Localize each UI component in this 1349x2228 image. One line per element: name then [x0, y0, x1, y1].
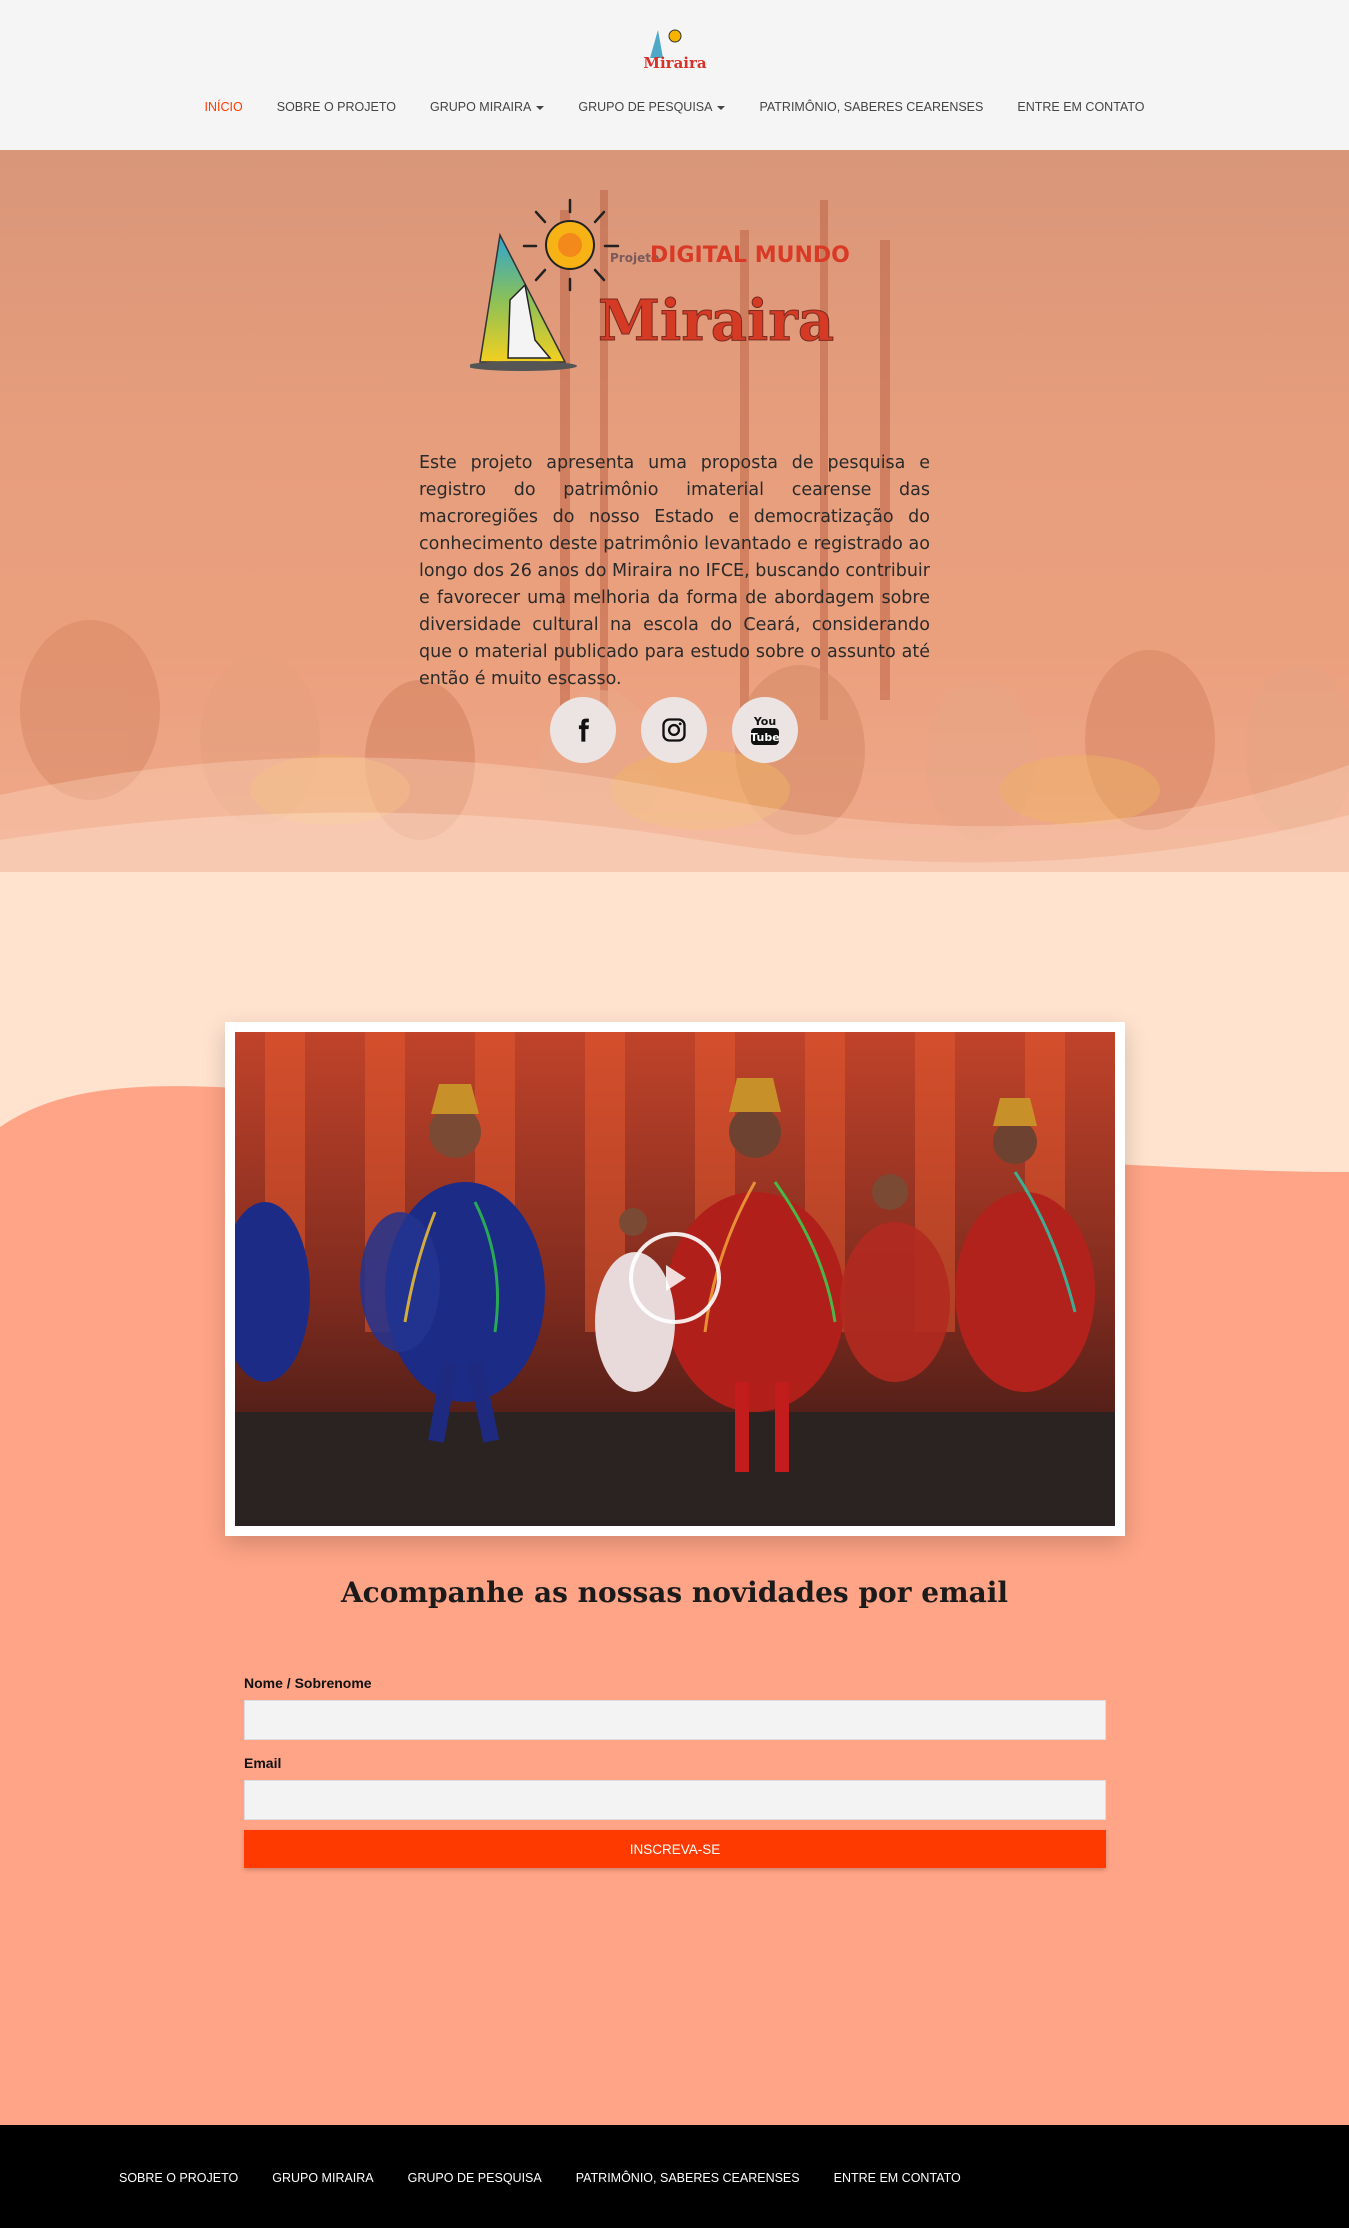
nav-grupo-de-pesquisa[interactable]: GRUPO DE PESQUISA	[561, 100, 742, 114]
footer-nav: SOBRE O PROJETO GRUPO MIRAIRA GRUPO DE P…	[102, 2171, 978, 2185]
email-field[interactable]	[244, 1780, 1106, 1820]
svg-text:You: You	[753, 715, 776, 728]
main-nav: INÍCIO SOBRE O PROJETO GRUPO MIRAIRA GRU…	[0, 100, 1349, 114]
hero-description: Este projeto apresenta uma proposta de p…	[419, 453, 930, 689]
youtube-icon: You Tube	[750, 715, 780, 745]
project-logo: Projeto DIGITAL MUNDO Miraira	[470, 198, 850, 371]
site-header: Miraira INÍCIO SOBRE O PROJETO GRUPO MIR…	[0, 0, 1349, 150]
footer-link-entre-em-contato[interactable]: ENTRE EM CONTATO	[817, 2171, 978, 2185]
newsletter-title: Acompanhe as nossas novidades por email	[340, 1576, 1009, 1609]
nav-entre-em-contato[interactable]: ENTRE EM CONTATO	[1000, 100, 1161, 114]
facebook-icon	[578, 718, 589, 742]
site-footer: SOBRE O PROJETO GRUPO MIRAIRA GRUPO DE P…	[0, 2125, 1349, 2228]
svg-text:Tube: Tube	[750, 731, 779, 744]
nav-grupo-miraira[interactable]: GRUPO MIRAIRA	[413, 100, 561, 114]
site-logo[interactable]: Miraira	[636, 24, 714, 74]
facebook-link[interactable]	[550, 697, 616, 763]
chevron-down-icon	[717, 105, 726, 110]
instagram-icon	[662, 718, 686, 742]
footer-link-grupo-miraira[interactable]: GRUPO MIRAIRA	[255, 2171, 390, 2185]
social-links: You Tube	[550, 697, 798, 763]
footer-link-grupo-de-pesquisa[interactable]: GRUPO DE PESQUISA	[391, 2171, 559, 2185]
play-button[interactable]	[629, 1232, 721, 1324]
svg-text:DIGITAL MUNDO: DIGITAL MUNDO	[650, 243, 850, 268]
footer-link-patrimonio[interactable]: PATRIMÔNIO, SABERES CEARENSES	[559, 2171, 817, 2185]
hero-section: Projeto DIGITAL MUNDO Miraira Este proje…	[0, 150, 1349, 872]
nav-sobre-o-projeto[interactable]: SOBRE O PROJETO	[260, 100, 413, 114]
email-label: Email	[244, 1755, 282, 1771]
nav-grupo-miraira-label: GRUPO MIRAIRA	[430, 100, 532, 114]
play-icon	[666, 1265, 686, 1291]
nav-inicio[interactable]: INÍCIO	[188, 100, 260, 114]
newsletter-form: Nome / Sobrenome Email INSCREVA-SE	[244, 1675, 1106, 1868]
instagram-link[interactable]	[641, 697, 707, 763]
video-thumbnail	[235, 1032, 1115, 1526]
name-label: Nome / Sobrenome	[244, 1675, 372, 1691]
name-field[interactable]	[244, 1700, 1106, 1740]
nav-grupo-de-pesquisa-label: GRUPO DE PESQUISA	[578, 100, 713, 114]
svg-text:Miraira: Miraira	[598, 288, 834, 354]
nav-patrimonio[interactable]: PATRIMÔNIO, SABERES CEARENSES	[742, 100, 1000, 114]
chevron-down-icon	[536, 105, 545, 110]
svg-text:Miraira: Miraira	[643, 54, 707, 72]
video-player[interactable]	[225, 1022, 1125, 1536]
footer-link-sobre-o-projeto[interactable]: SOBRE O PROJETO	[102, 2171, 255, 2185]
subscribe-button[interactable]: INSCREVA-SE	[244, 1830, 1106, 1868]
youtube-link[interactable]: You Tube	[732, 697, 798, 763]
